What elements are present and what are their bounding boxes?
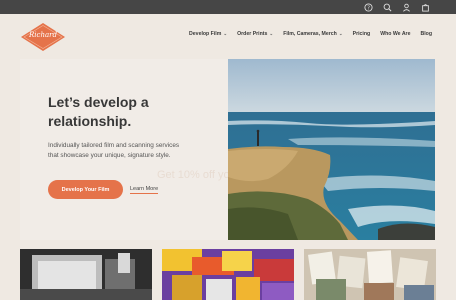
main-nav: Develop Film ⌄ Order Prints ⌄ Film, Came… [189,31,432,37]
promo-popup-faint: Get 10% off yo [157,169,230,181]
card-prints-photo[interactable] [304,249,436,300]
nav-blog[interactable]: Blog [420,31,432,37]
hero-actions: Develop Your Film Learn More [48,180,159,199]
cart-icon[interactable] [420,2,430,12]
card-film-rolls-photo[interactable] [162,249,294,300]
develop-your-film-button[interactable]: Develop Your Film [48,180,123,199]
help-icon[interactable]: ? [363,2,373,12]
nav-develop-film[interactable]: Develop Film ⌄ [189,31,227,37]
logo-text: Richard [29,31,57,39]
search-icon[interactable] [382,2,392,12]
nav-who-we-are[interactable]: Who We Are [380,31,410,37]
site-header: Richard Develop Film ⌄ Order Prints ⌄ Fi… [0,14,456,60]
hero-photo-coast [228,59,435,240]
hero-copy: Let’s develop a relationship. Individual… [48,93,218,161]
hero-subtitle: Individually tailored film and scanning … [48,142,180,159]
chevron-down-icon: ⌄ [223,31,228,36]
nav-label: Who We Are [380,31,411,37]
nav-label: Blog [420,31,432,37]
chevron-down-icon: ⌄ [338,31,343,36]
nav-label: Order Prints [237,31,268,37]
nav-pricing[interactable]: Pricing [353,31,371,37]
chevron-down-icon: ⌄ [269,31,274,36]
svg-text:?: ? [367,5,370,11]
nav-label: Develop Film [189,31,222,37]
utility-bar: ? [0,0,456,14]
account-icon[interactable] [401,2,411,12]
hero-title: Let’s develop a relationship. [48,94,149,129]
learn-more-link[interactable]: Learn More [130,186,159,194]
hero-section: Get 10% off yo Let’s develop a relations… [20,59,435,240]
nav-label: Pricing [352,31,371,37]
brand-logo[interactable]: Richard [20,22,66,52]
nav-label: Film, Cameras, Merch [283,31,337,37]
card-darkroom-photo[interactable] [20,249,152,300]
nav-film-cameras-merch[interactable]: Film, Cameras, Merch ⌄ [283,31,342,37]
nav-order-prints[interactable]: Order Prints ⌄ [237,31,273,37]
